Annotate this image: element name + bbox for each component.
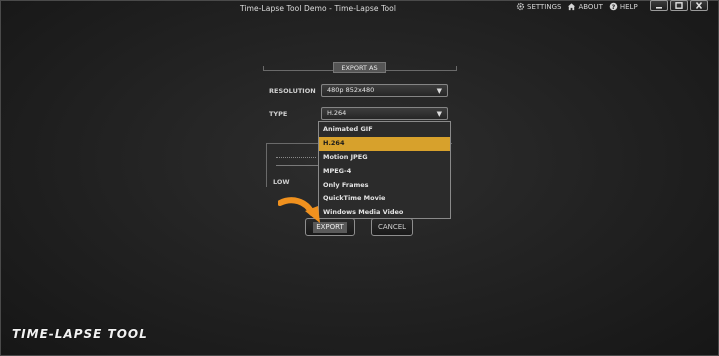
settings-label: SETTINGS: [527, 2, 562, 11]
dropdown-option[interactable]: Animated GIF: [319, 123, 450, 137]
export-as-heading: EXPORT AS: [333, 62, 386, 73]
dropdown-arrow-icon: ▼: [436, 87, 442, 95]
resolution-label: RESOLUTION: [269, 87, 316, 95]
section-divider-right: [386, 70, 457, 71]
type-value: H.264: [327, 109, 347, 117]
quality-slider[interactable]: [276, 165, 318, 166]
window-controls: [650, 0, 708, 11]
dropdown-option-selected[interactable]: H.264: [319, 136, 450, 151]
type-dropdown-list: Animated GIF H.264 Motion JPEG MPEG-4 On…: [318, 121, 451, 219]
dropdown-arrow-icon: ▼: [436, 110, 442, 118]
dropdown-option[interactable]: Windows Media Video: [319, 206, 450, 220]
quality-low-label: LOW: [273, 178, 290, 186]
top-links: SETTINGS ABOUT ? HELP: [516, 2, 638, 11]
resolution-value: 480p 852x480: [327, 86, 375, 94]
pointer-arrow-icon: [278, 197, 320, 223]
close-icon: [695, 2, 703, 9]
app-logo: TIME-LAPSE TOOL: [12, 327, 148, 341]
maximize-icon: [675, 2, 683, 9]
cancel-button-label: CANCEL: [377, 223, 407, 231]
cancel-button[interactable]: CANCEL: [371, 218, 413, 236]
help-link[interactable]: ? HELP: [609, 2, 638, 11]
quality-tick-marks: [276, 157, 316, 159]
about-link[interactable]: ABOUT: [567, 2, 603, 11]
type-label: TYPE: [269, 110, 288, 118]
dropdown-option[interactable]: Motion JPEG: [319, 151, 450, 165]
home-icon: [568, 3, 576, 11]
help-label: HELP: [619, 2, 638, 11]
type-select[interactable]: H.264 ▼: [321, 107, 448, 120]
minimize-icon: [656, 7, 662, 9]
resolution-select[interactable]: 480p 852x480 ▼: [321, 84, 448, 97]
help-icon: ?: [609, 2, 618, 11]
maximize-button[interactable]: [670, 0, 688, 11]
close-button[interactable]: [690, 0, 708, 11]
svg-text:?: ?: [612, 4, 616, 11]
gear-icon: [516, 2, 525, 11]
section-divider-left: [263, 70, 333, 71]
dropdown-option[interactable]: Only Frames: [319, 179, 450, 193]
minimize-button[interactable]: [650, 0, 668, 11]
dropdown-option[interactable]: MPEG-4: [319, 165, 450, 179]
section-tick-right: [456, 66, 457, 71]
about-label: ABOUT: [578, 2, 603, 11]
settings-link[interactable]: SETTINGS: [516, 2, 561, 11]
dropdown-option[interactable]: QuickTime Movie: [319, 192, 450, 206]
